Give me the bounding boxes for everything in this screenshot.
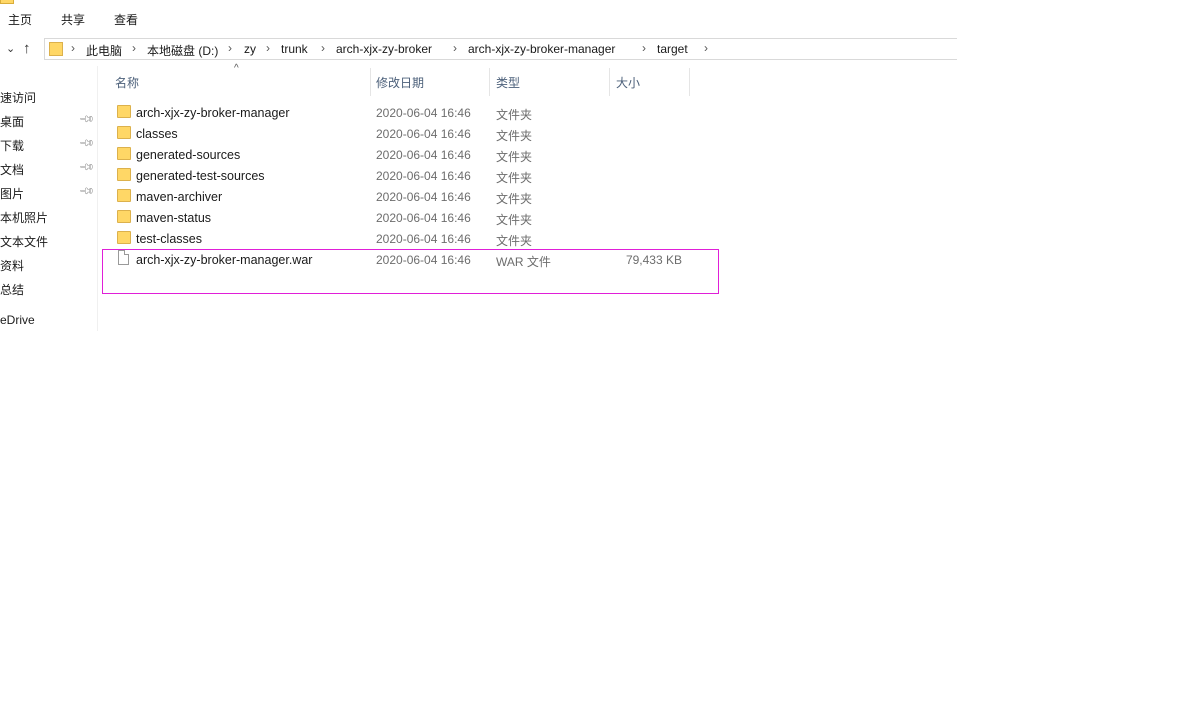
file-type: 文件夹 — [496, 171, 533, 185]
tab-view[interactable]: 查看 — [114, 11, 138, 28]
pin-icon[interactable]: 📌︎ — [78, 159, 95, 176]
file-date: 2020-06-04 16:46 — [376, 169, 471, 183]
file-type: 文件夹 — [496, 192, 533, 206]
file-name: classes — [136, 127, 178, 141]
file-name: generated-sources — [136, 148, 241, 162]
folder-icon — [117, 210, 131, 223]
breadcrumb-separator-icon[interactable]: › — [453, 41, 457, 55]
file-name: maven-archiver — [136, 190, 223, 204]
file-name: maven-status — [136, 211, 212, 225]
file-date: 2020-06-04 16:46 — [376, 211, 471, 225]
file-type: 文件夹 — [496, 234, 533, 248]
folder-icon — [117, 168, 131, 181]
address-folder-icon — [49, 42, 63, 56]
column-header-size[interactable]: 大小 — [616, 74, 640, 91]
file-row[interactable]: maven-archiver 2020-06-04 16:46 文件夹 — [112, 186, 692, 207]
nav-quick-access[interactable]: 速访问 — [0, 89, 36, 106]
breadcrumb-trunk[interactable]: trunk — [281, 42, 308, 56]
file-type: 文件夹 — [496, 129, 533, 143]
file-type: 文件夹 — [496, 150, 533, 164]
breadcrumb-separator-icon[interactable]: › — [704, 41, 708, 55]
file-date: 2020-06-04 16:46 — [376, 232, 471, 246]
breadcrumb-separator-icon[interactable]: › — [266, 41, 270, 55]
pin-icon[interactable]: 📌︎ — [78, 183, 95, 200]
folder-icon — [117, 189, 131, 202]
column-divider[interactable] — [370, 68, 371, 96]
up-arrow-icon[interactable]: ↑ — [23, 40, 31, 57]
nav-onedrive[interactable]: eDrive — [0, 313, 35, 327]
annotation-highlight-box — [102, 249, 719, 294]
folder-icon — [117, 105, 131, 118]
file-name: test-classes — [136, 232, 202, 246]
file-row[interactable]: classes 2020-06-04 16:46 文件夹 — [112, 123, 692, 144]
breadcrumb-broker-manager[interactable]: arch-xjx-zy-broker-manager — [468, 42, 615, 56]
column-header-type[interactable]: 类型 — [496, 74, 520, 91]
breadcrumb-this-pc[interactable]: 此电脑 — [86, 42, 122, 59]
breadcrumb-separator-icon[interactable]: › — [132, 41, 136, 55]
sort-ascending-icon: ^ — [234, 63, 239, 74]
file-date: 2020-06-04 16:46 — [376, 148, 471, 162]
column-divider[interactable] — [609, 68, 610, 96]
column-divider[interactable] — [689, 68, 690, 96]
nav-desktop[interactable]: 桌面 — [0, 113, 24, 130]
folder-icon — [117, 231, 131, 244]
breadcrumb-target[interactable]: target — [657, 42, 688, 56]
pin-icon[interactable]: 📌︎ — [78, 135, 95, 152]
nav-downloads[interactable]: 下载 — [0, 137, 24, 154]
pane-divider[interactable] — [97, 66, 98, 331]
breadcrumb-separator-icon[interactable]: › — [642, 41, 646, 55]
file-date: 2020-06-04 16:46 — [376, 190, 471, 204]
folder-icon — [117, 147, 131, 160]
breadcrumb-separator-icon[interactable]: › — [321, 41, 325, 55]
column-header-date[interactable]: 修改日期 — [376, 74, 424, 91]
file-row[interactable]: test-classes 2020-06-04 16:46 文件夹 — [112, 228, 692, 249]
tab-home[interactable]: 主页 — [8, 11, 32, 28]
file-date: 2020-06-04 16:46 — [376, 127, 471, 141]
column-divider[interactable] — [489, 68, 490, 96]
file-name: generated-test-sources — [136, 169, 265, 183]
window-folder-icon — [0, 0, 14, 4]
breadcrumb-separator-icon[interactable]: › — [228, 41, 232, 55]
file-row[interactable]: generated-sources 2020-06-04 16:46 文件夹 — [112, 144, 692, 165]
address-bar[interactable]: › 此电脑 › 本地磁盘 (D:) › zy › trunk › arch-xj… — [44, 38, 957, 60]
file-row[interactable]: maven-status 2020-06-04 16:46 文件夹 — [112, 207, 692, 228]
nav-text-files[interactable]: 文本文件 — [0, 233, 48, 250]
file-type: 文件夹 — [496, 213, 533, 227]
nav-pictures[interactable]: 图片 — [0, 185, 24, 202]
breadcrumb-broker[interactable]: arch-xjx-zy-broker — [336, 42, 432, 56]
breadcrumb-separator-icon[interactable]: › — [71, 41, 75, 55]
nav-summary[interactable]: 总结 — [0, 281, 24, 298]
breadcrumb-zy[interactable]: zy — [244, 42, 256, 56]
recent-locations-chevron-icon[interactable]: ⌄ — [6, 42, 15, 55]
pin-icon[interactable]: 📌︎ — [78, 111, 95, 128]
file-row[interactable]: generated-test-sources 2020-06-04 16:46 … — [112, 165, 692, 186]
file-name: arch-xjx-zy-broker-manager — [136, 106, 290, 120]
nav-camera-roll[interactable]: 本机照片 — [0, 209, 48, 226]
nav-documents[interactable]: 文档 — [0, 161, 24, 178]
folder-icon — [117, 126, 131, 139]
tab-share[interactable]: 共享 — [61, 11, 85, 28]
column-header-name[interactable]: 名称 — [115, 74, 139, 91]
file-type: 文件夹 — [496, 108, 533, 122]
file-date: 2020-06-04 16:46 — [376, 106, 471, 120]
nav-materials[interactable]: 资料 — [0, 257, 24, 274]
file-row[interactable]: arch-xjx-zy-broker-manager 2020-06-04 16… — [112, 102, 692, 123]
breadcrumb-drive-d[interactable]: 本地磁盘 (D:) — [147, 42, 218, 59]
